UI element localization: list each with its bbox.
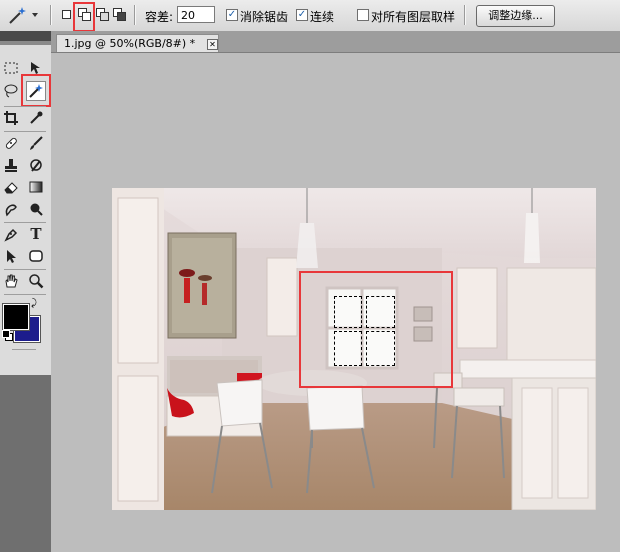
hand-icon: [5, 274, 18, 288]
document-tab[interactable]: 1.jpg @ 50%(RGB/8#) * ✕: [56, 34, 219, 52]
toolbox-grip: [0, 41, 51, 45]
new-selection-button[interactable]: [60, 8, 72, 20]
options-bar: 容差: 20 ✓ 消除锯齿 ✓ 连续 对所有图层取样 调整边缘...: [0, 0, 620, 32]
window-highlight-box: [299, 271, 453, 388]
pen-tool[interactable]: [1, 224, 21, 244]
eyedropper-icon: [30, 111, 43, 124]
dodge-icon: [30, 203, 43, 216]
lasso-tool[interactable]: [1, 81, 21, 101]
brush-icon: [30, 136, 43, 150]
rounded-rectangle-icon: [29, 250, 43, 262]
eraser-tool[interactable]: [1, 177, 21, 197]
sample-all-layers-checkbox[interactable]: [357, 9, 369, 21]
magnifier-icon: [29, 274, 44, 289]
eraser-icon: [4, 182, 18, 194]
chevron-down-icon: [32, 13, 38, 17]
contiguous-checkbox[interactable]: ✓: [296, 9, 308, 21]
anti-alias-label: 消除锯齿: [240, 10, 289, 24]
tolerance-input[interactable]: 20: [177, 6, 215, 23]
type-tool[interactable]: T: [26, 224, 46, 244]
default-colors-icon[interactable]: [2, 330, 13, 341]
zoom-tool[interactable]: [26, 271, 46, 291]
divider: [4, 294, 46, 295]
tolerance-label: 容差:: [145, 10, 174, 24]
shape-tool[interactable]: [26, 246, 46, 266]
gradient-tool[interactable]: [26, 177, 46, 197]
subtract-from-selection-button[interactable]: [96, 8, 109, 21]
divider: [4, 222, 46, 223]
arrow-icon: [7, 250, 16, 263]
document-tab-bar: 1.jpg @ 50%(RGB/8#) * ✕: [51, 31, 620, 53]
eyedropper-tool[interactable]: [26, 108, 46, 128]
divider: [4, 131, 46, 132]
magic-wand-icon: [9, 7, 38, 24]
quick-mask-divider: [12, 349, 36, 350]
clone-stamp-tool[interactable]: [1, 155, 21, 175]
lasso-icon: [4, 84, 18, 98]
history-brush-tool[interactable]: [26, 155, 46, 175]
pen-icon: [4, 228, 18, 242]
smudge-icon: [5, 204, 17, 217]
history-brush-icon: [30, 159, 42, 172]
bandage-icon: [5, 137, 17, 149]
blur-tool[interactable]: [1, 199, 21, 219]
close-icon[interactable]: ✕: [207, 39, 218, 50]
gradient-icon: [29, 181, 43, 193]
selection-highlight-box: [73, 2, 95, 32]
toolbox: T ⤸: [0, 31, 52, 375]
magic-wand-highlight-box: [21, 74, 51, 107]
marquee-icon: [4, 62, 18, 74]
hand-tool[interactable]: [1, 271, 21, 291]
intersect-selection-button[interactable]: [113, 8, 126, 21]
divider: [134, 5, 136, 25]
toolbox-header[interactable]: [0, 31, 51, 41]
swap-colors-icon[interactable]: ⤸: [31, 298, 37, 309]
refine-edge-button[interactable]: 调整边缘...: [476, 5, 555, 27]
stamp-icon: [5, 159, 17, 172]
divider: [50, 5, 52, 25]
document-tab-title: 1.jpg @ 50%(RGB/8#) *: [64, 37, 196, 50]
tool-preset-picker[interactable]: [4, 4, 44, 26]
divider: [4, 269, 46, 270]
crop-tool[interactable]: [1, 108, 21, 128]
marquee-tool[interactable]: [1, 58, 21, 78]
path-selection-tool[interactable]: [1, 246, 21, 266]
healing-brush-tool[interactable]: [1, 133, 21, 153]
dodge-tool[interactable]: [26, 199, 46, 219]
crop-icon: [4, 111, 18, 125]
toolbox-empty-area: [0, 375, 51, 552]
divider: [464, 5, 466, 25]
divider: [4, 106, 46, 107]
contiguous-label: 连续: [310, 10, 335, 24]
brush-tool[interactable]: [26, 133, 46, 153]
foreground-color-swatch[interactable]: [2, 303, 30, 331]
anti-alias-checkbox[interactable]: ✓: [226, 9, 238, 21]
sample-all-layers-label: 对所有图层取样: [371, 10, 456, 24]
